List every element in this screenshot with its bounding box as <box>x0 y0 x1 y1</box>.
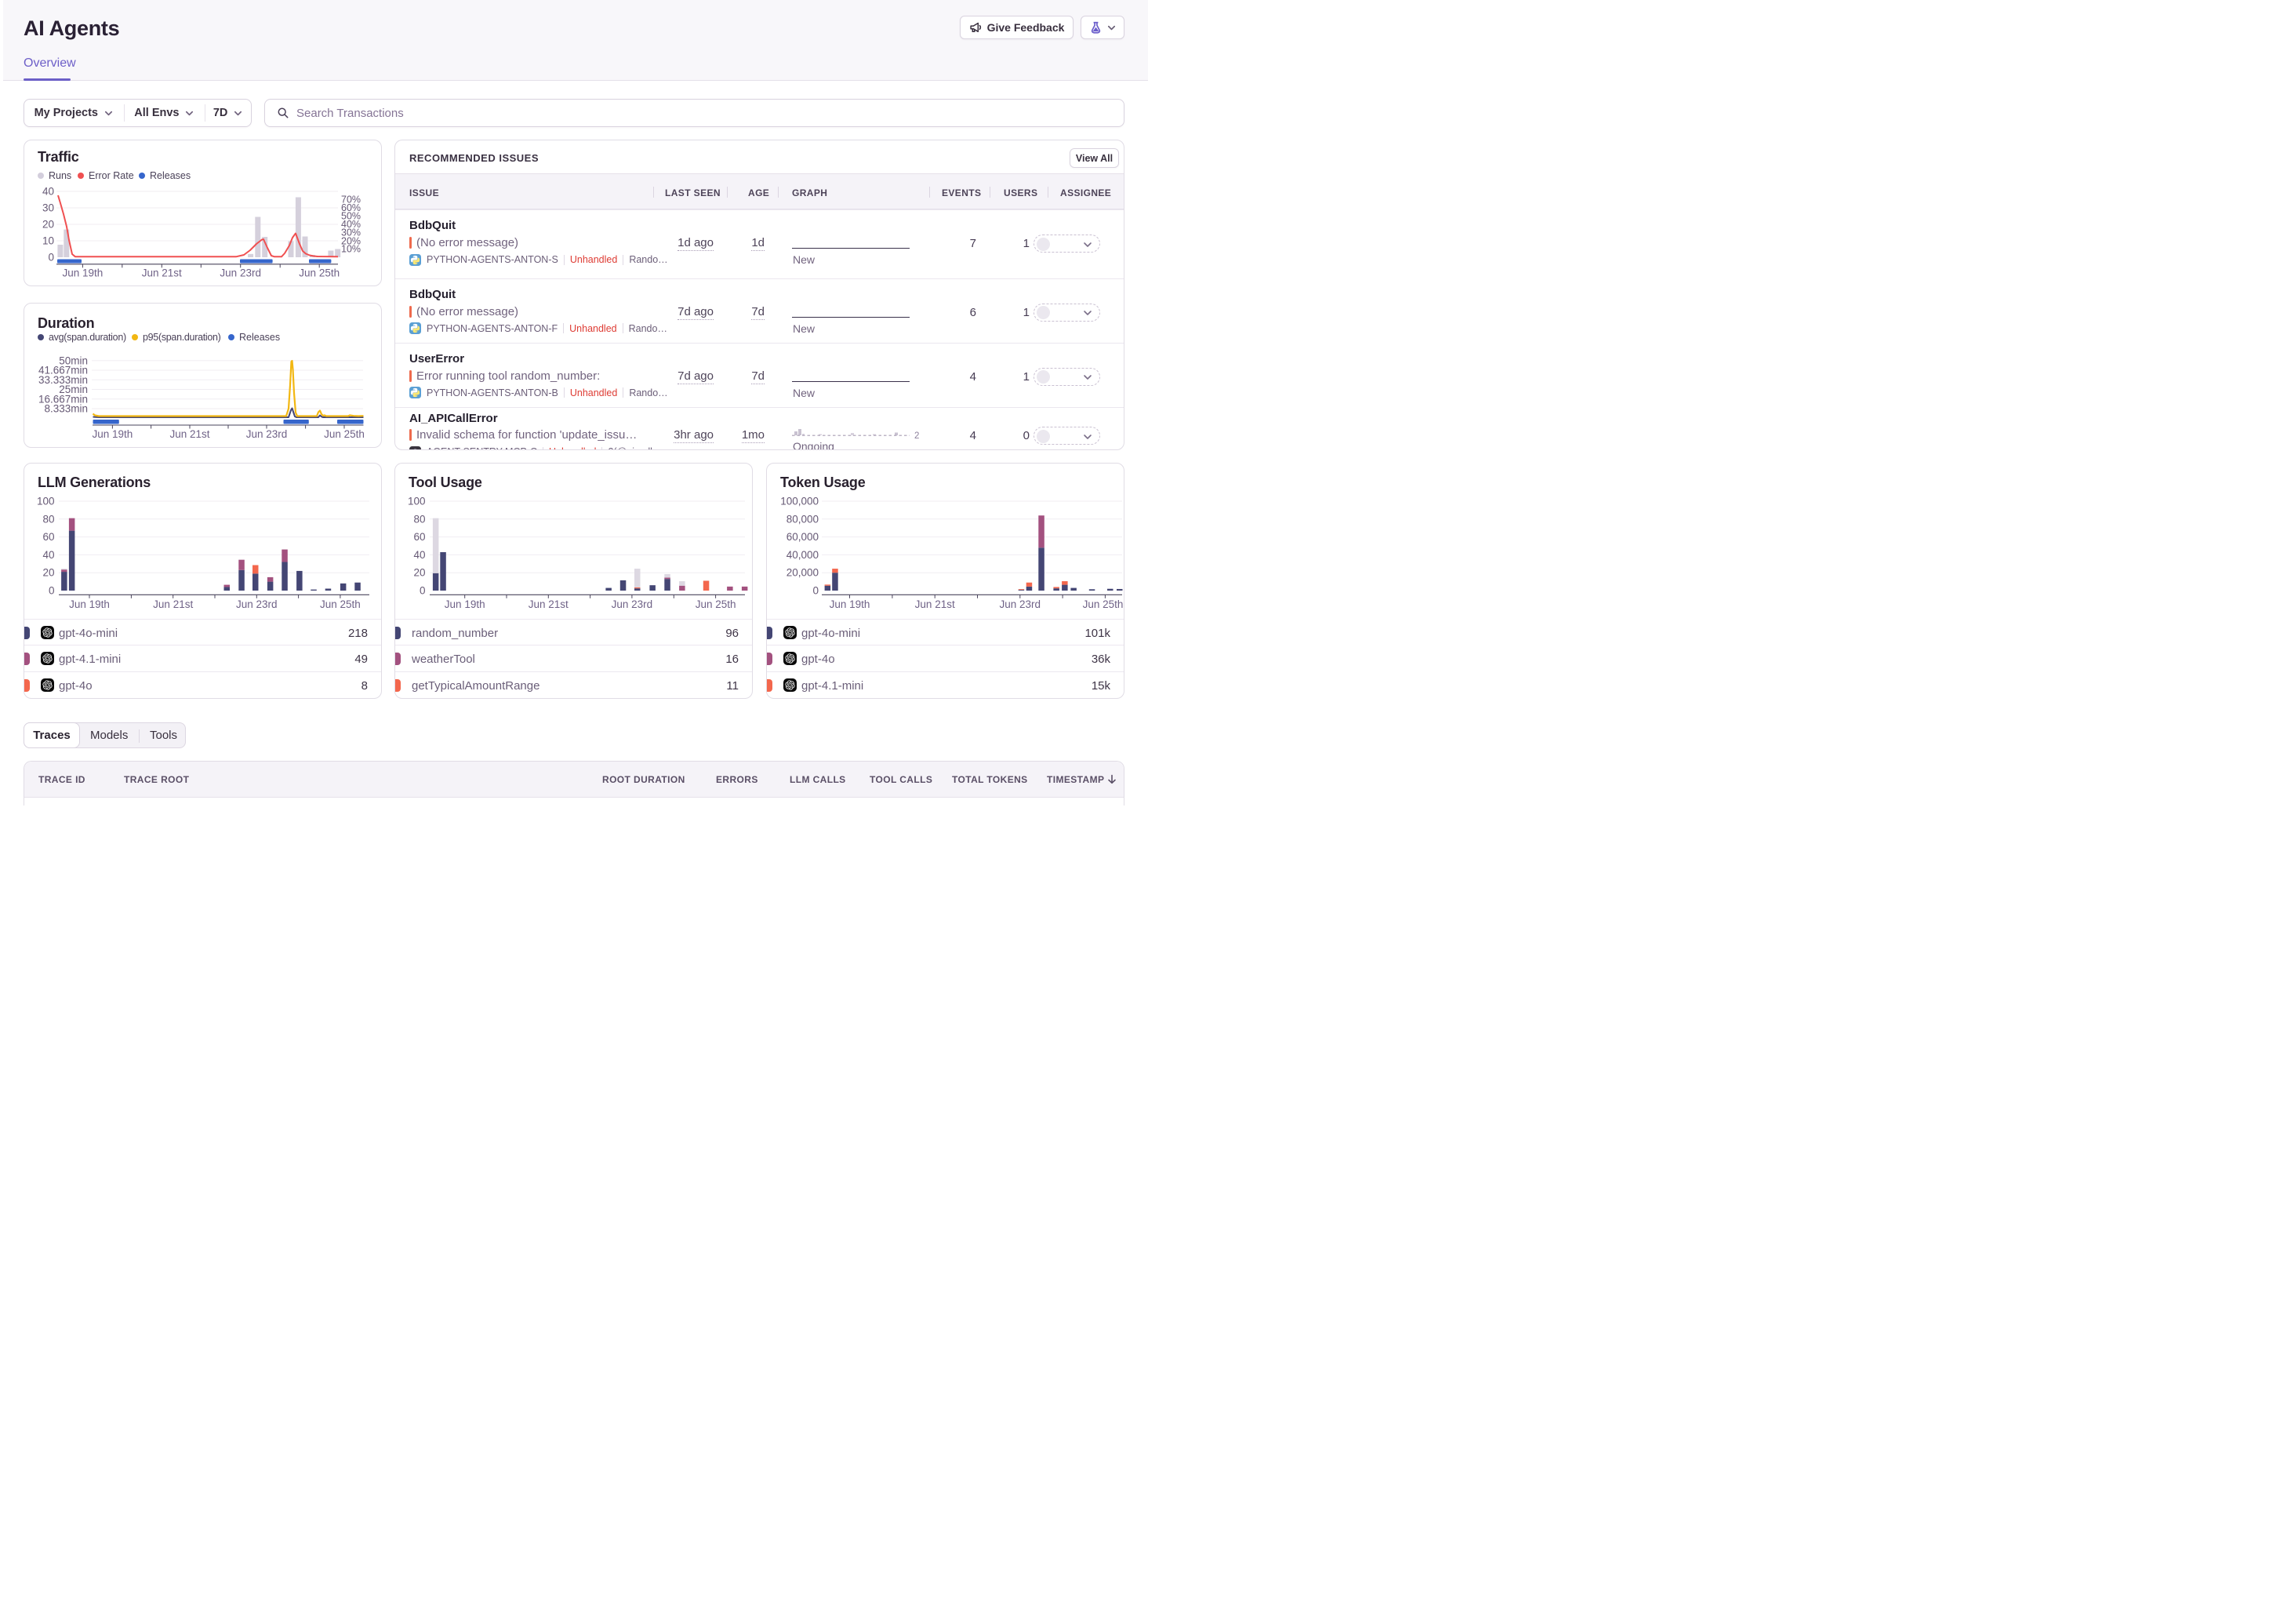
svg-text:Jun 19th: Jun 19th <box>63 267 104 279</box>
svg-text:0: 0 <box>48 252 54 264</box>
svg-text:Jun 21st: Jun 21st <box>153 598 193 610</box>
svg-text:0: 0 <box>812 585 819 597</box>
svg-text:Jun 23rd: Jun 23rd <box>246 428 288 440</box>
svg-text:20,000: 20,000 <box>787 567 819 579</box>
svg-text:20: 20 <box>42 567 54 579</box>
svg-text:2: 2 <box>914 431 919 440</box>
svg-text:0: 0 <box>420 585 426 597</box>
svg-text:40,000: 40,000 <box>787 549 819 561</box>
svg-text:40: 40 <box>413 549 425 561</box>
svg-text:Jun 21st: Jun 21st <box>529 598 569 610</box>
svg-text:Jun 19th: Jun 19th <box>445 598 485 610</box>
svg-text:Jun 23rd: Jun 23rd <box>220 267 261 279</box>
svg-text:40: 40 <box>42 549 54 561</box>
svg-text:100,000: 100,000 <box>780 496 819 507</box>
svg-text:Jun 25th: Jun 25th <box>324 428 365 440</box>
svg-text:Jun 25th: Jun 25th <box>1083 598 1124 610</box>
svg-text:0: 0 <box>49 585 55 597</box>
svg-text:Jun 21st: Jun 21st <box>169 428 209 440</box>
svg-text:80,000: 80,000 <box>787 513 819 525</box>
svg-text:80: 80 <box>42 513 54 525</box>
svg-text:Jun 19th: Jun 19th <box>93 428 133 440</box>
svg-text:Jun 23rd: Jun 23rd <box>612 598 653 610</box>
svg-text:100: 100 <box>408 496 426 507</box>
svg-text:Jun 25th: Jun 25th <box>299 267 340 279</box>
svg-text:20: 20 <box>413 567 425 579</box>
svg-text:30: 30 <box>42 202 54 214</box>
svg-text:10%: 10% <box>341 244 361 255</box>
svg-text:Jun 23rd: Jun 23rd <box>236 598 278 610</box>
svg-text:20: 20 <box>42 219 54 231</box>
svg-text:Jun 21st: Jun 21st <box>915 598 955 610</box>
svg-text:80: 80 <box>413 513 425 525</box>
svg-text:Jun 23rd: Jun 23rd <box>1000 598 1041 610</box>
svg-text:10: 10 <box>42 235 54 247</box>
svg-text:100: 100 <box>37 496 55 507</box>
svg-text:60,000: 60,000 <box>787 531 819 543</box>
svg-text:8.333min: 8.333min <box>44 403 88 415</box>
svg-text:Jun 25th: Jun 25th <box>696 598 736 610</box>
svg-text:Jun 19th: Jun 19th <box>830 598 870 610</box>
svg-text:60: 60 <box>42 531 54 543</box>
svg-text:Jun 25th: Jun 25th <box>320 598 361 610</box>
svg-text:60: 60 <box>413 531 425 543</box>
svg-text:Jun 21st: Jun 21st <box>142 267 182 279</box>
svg-text:Jun 19th: Jun 19th <box>69 598 110 610</box>
svg-text:40: 40 <box>42 186 54 198</box>
